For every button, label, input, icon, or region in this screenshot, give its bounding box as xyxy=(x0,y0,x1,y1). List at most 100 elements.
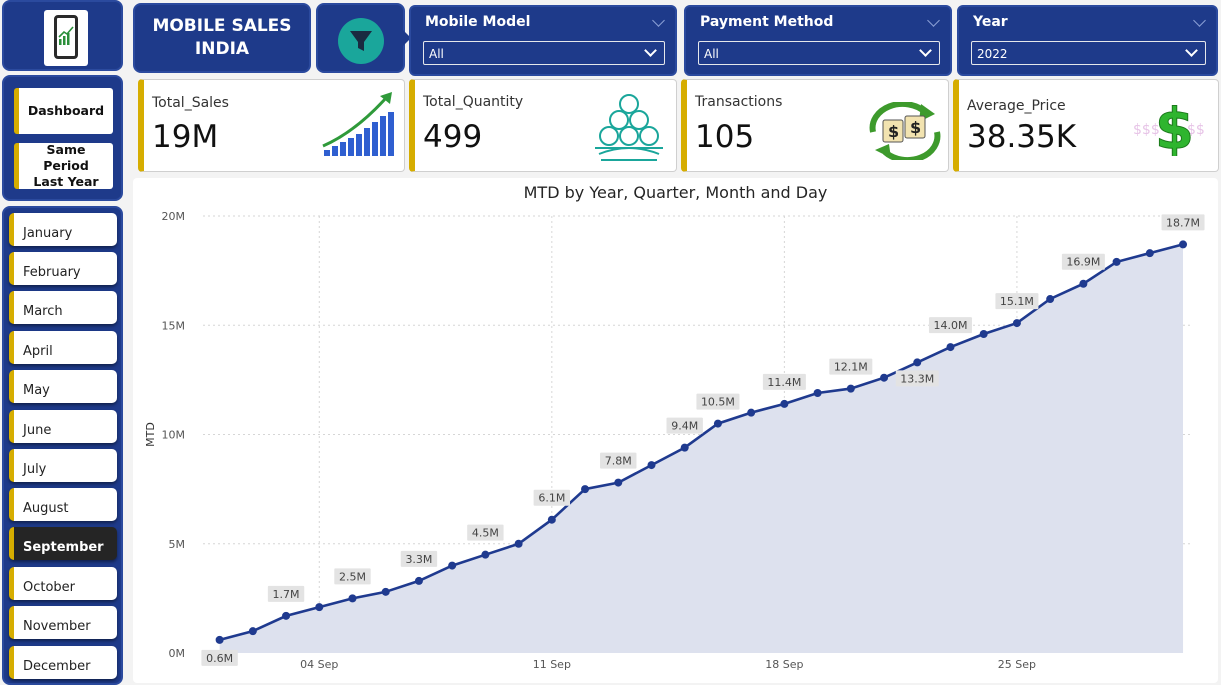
month-button-may[interactable]: May xyxy=(9,370,117,403)
dropdown-arrow-icon[interactable] xyxy=(1185,44,1198,57)
dropdown-value: All xyxy=(704,47,719,61)
x-tick-label: 25 Sep xyxy=(998,658,1036,671)
data-point xyxy=(348,594,357,603)
filter-toggle-button[interactable] xyxy=(316,3,405,73)
data-label: 16.9M xyxy=(1066,256,1100,269)
y-tick-label: 10M xyxy=(162,429,186,442)
slicer-year[interactable]: Year 2022 xyxy=(957,5,1218,76)
data-point xyxy=(381,587,390,596)
dropdown-arrow-icon[interactable] xyxy=(919,44,932,57)
data-label: 12.1M xyxy=(834,361,868,374)
data-label: 11.4M xyxy=(767,376,801,389)
funnel-icon xyxy=(338,18,384,64)
y-tick-label: 20M xyxy=(162,210,186,223)
bar-growth-icon xyxy=(322,92,394,156)
data-point xyxy=(880,373,889,382)
data-point xyxy=(1179,240,1188,249)
x-tick-label: 18 Sep xyxy=(765,658,803,671)
month-button-october[interactable]: October xyxy=(9,567,117,600)
data-point xyxy=(315,603,324,612)
month-button-november[interactable]: November xyxy=(9,606,117,639)
kpi-card-total-quantity: Total_Quantity 499 xyxy=(409,79,677,172)
dropdown-arrow-icon[interactable] xyxy=(644,44,657,57)
data-point xyxy=(414,576,423,585)
data-point xyxy=(547,515,556,524)
kpi-value: 19M xyxy=(152,119,219,155)
data-point xyxy=(581,485,590,494)
data-label: 7.8M xyxy=(605,455,632,468)
month-button-december[interactable]: December xyxy=(9,646,117,679)
kpi-card-average-price: Average_Price 38.35K $$$ $$ $ xyxy=(953,79,1219,172)
title-line-2: INDIA xyxy=(194,39,250,59)
data-label: 18.7M xyxy=(1166,216,1200,229)
slicer-mobile-model[interactable]: Mobile Model All xyxy=(409,5,677,76)
kpi-value: 38.35K xyxy=(967,119,1077,155)
month-button-july[interactable]: July xyxy=(9,449,117,482)
data-label: 1.7M xyxy=(273,588,300,601)
dashboard-button[interactable]: Dashboard xyxy=(14,88,113,134)
data-point xyxy=(614,478,623,487)
chevron-down-icon[interactable] xyxy=(1193,14,1206,27)
data-label: 6.1M xyxy=(538,492,565,505)
month-button-april[interactable]: April xyxy=(9,331,117,364)
chart-plot-area: 0M 5M 10M 15M 20M 04 Sep 11 Sep 18 Sep 25 Sep MTD… xyxy=(144,210,1205,671)
x-tick-label: 04 Sep xyxy=(300,658,338,671)
svg-text:$: $ xyxy=(888,122,899,141)
y-tick-label: 0M xyxy=(169,647,186,660)
month-button-august[interactable]: August xyxy=(9,488,117,521)
data-point xyxy=(282,611,291,620)
slicer-payment-method[interactable]: Payment Method All xyxy=(684,5,952,76)
data-label: 3.3M xyxy=(405,553,432,566)
slicer-label: Payment Method xyxy=(700,14,834,30)
mobile-growth-icon xyxy=(44,10,88,66)
slicer-label: Mobile Model xyxy=(425,14,531,30)
data-point xyxy=(647,461,656,470)
same-period-label: Same Period Last Year xyxy=(33,142,99,189)
month-button-june[interactable]: June xyxy=(9,410,117,443)
data-label: 14.0M xyxy=(933,319,967,332)
data-label: 15.1M xyxy=(1000,295,1034,308)
same-period-last-year-button[interactable]: Same Period Last Year xyxy=(14,142,113,189)
data-point xyxy=(813,388,822,397)
data-point xyxy=(248,627,257,636)
dropdown-value: All xyxy=(429,47,444,61)
data-point xyxy=(215,635,224,644)
data-point xyxy=(1079,279,1088,288)
month-button-january[interactable]: January xyxy=(9,213,117,246)
chevron-down-icon[interactable] xyxy=(652,14,665,27)
data-label: 9.4M xyxy=(671,420,698,433)
month-button-february[interactable]: February xyxy=(9,252,117,285)
month-button-september[interactable]: September xyxy=(9,527,117,560)
stack-coins-icon xyxy=(595,94,663,161)
data-point xyxy=(747,408,756,417)
title-line-1: MOBILE SALES xyxy=(152,16,292,36)
data-label: 0.6M xyxy=(206,652,233,665)
kpi-label: Total_Quantity xyxy=(423,94,524,110)
data-point xyxy=(680,443,689,452)
mtd-area xyxy=(219,244,1184,653)
month-button-march[interactable]: March xyxy=(9,291,117,324)
payment-method-dropdown[interactable]: All xyxy=(698,41,940,65)
data-point xyxy=(713,419,722,428)
data-point xyxy=(514,539,523,548)
year-dropdown[interactable]: 2022 xyxy=(971,41,1206,65)
x-tick-label: 11 Sep xyxy=(533,658,571,671)
chevron-down-icon[interactable] xyxy=(927,14,940,27)
app-logo xyxy=(2,0,123,71)
svg-text:$: $ xyxy=(910,118,921,137)
data-label: 10.5M xyxy=(701,396,735,409)
kpi-label: Transactions xyxy=(695,94,783,110)
y-tick-label: 15M xyxy=(162,319,186,332)
data-point xyxy=(1112,257,1121,266)
data-point xyxy=(1012,319,1021,328)
data-point xyxy=(448,561,457,570)
data-point xyxy=(846,384,855,393)
mtd-line-chart: MTD by Year, Quarter, Month and Day 0M 5M… xyxy=(133,178,1218,683)
dashboard-root: MOBILE SALES INDIA Mobile Model All Paym… xyxy=(0,0,1221,685)
kpi-card-transactions: Transactions 105 $ $ xyxy=(681,79,949,172)
svg-text:$: $ xyxy=(1155,97,1194,156)
slicer-label: Year xyxy=(973,14,1008,30)
y-axis-label: MTD xyxy=(144,422,157,447)
mobile-model-dropdown[interactable]: All xyxy=(423,41,665,65)
data-point xyxy=(946,343,955,352)
